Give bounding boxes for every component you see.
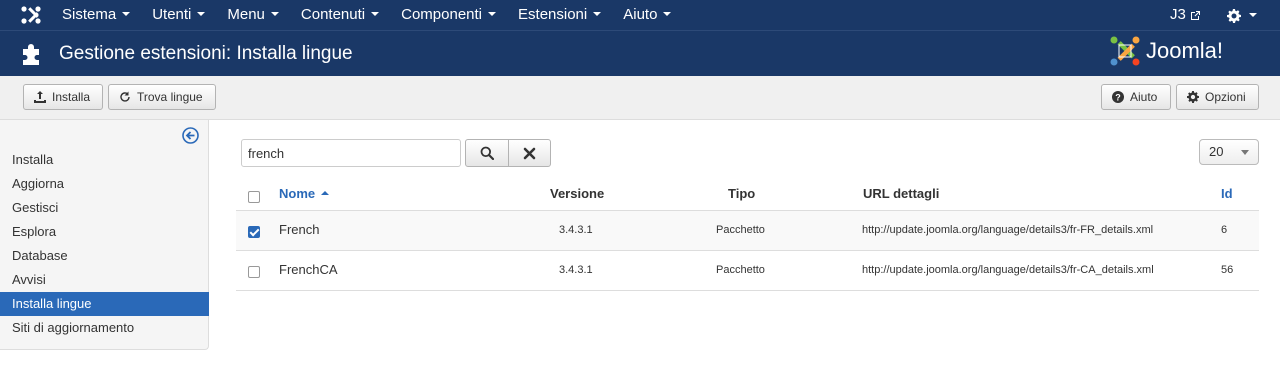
caret-down-icon xyxy=(270,12,279,17)
menu-utenti[interactable]: Utenti xyxy=(141,0,216,30)
sidebar-item-aggiorna[interactable]: Aggiorna xyxy=(0,172,209,196)
caret-down-icon xyxy=(488,12,497,17)
column-header-url: URL dettagli xyxy=(863,186,940,201)
row-checkbox[interactable] xyxy=(248,226,260,238)
sidebar-item-installa[interactable]: Installa xyxy=(0,148,209,172)
site-label: J3 xyxy=(1170,6,1186,23)
menu-label: Menu xyxy=(227,6,265,23)
caret-down-icon xyxy=(663,12,672,17)
row-url: http://update.joomla.org/language/detail… xyxy=(862,264,1154,276)
close-icon xyxy=(523,147,536,159)
install-label: Installa xyxy=(52,90,91,104)
upload-icon xyxy=(34,91,46,103)
menu-estensioni[interactable]: Estensioni xyxy=(507,0,612,30)
caret-down-icon xyxy=(122,12,131,17)
puzzle-icon xyxy=(23,44,39,65)
site-link[interactable]: J3 xyxy=(1170,0,1201,30)
joomla-brand-logo: Joomla! xyxy=(1110,36,1223,66)
options-button[interactable]: Opzioni xyxy=(1176,84,1259,110)
sidebar-nav: Installa Aggiorna Gestisci Esplora Datab… xyxy=(0,148,209,340)
caret-down-icon xyxy=(197,12,206,17)
sidebar-item-installa-lingue[interactable]: Installa lingue xyxy=(0,292,209,316)
sidebar-item-esplora[interactable]: Esplora xyxy=(0,220,209,244)
row-id: 56 xyxy=(1221,264,1234,276)
row-type: Pacchetto xyxy=(716,264,765,276)
search-button[interactable] xyxy=(465,139,509,167)
help-label: Aiuto xyxy=(1130,90,1158,104)
menu-label: Componenti xyxy=(401,6,483,23)
menu-sistema[interactable]: Sistema xyxy=(51,0,141,30)
help-button[interactable]: ? Aiuto xyxy=(1101,84,1171,110)
languages-table: Nome Versione Tipo URL dettagli Id Frenc… xyxy=(236,176,1259,291)
menu-label: Estensioni xyxy=(518,6,588,23)
row-type: Pacchetto xyxy=(716,224,765,236)
find-languages-label: Trova lingue xyxy=(137,90,203,104)
menu-label: Utenti xyxy=(152,6,192,23)
menu-label: Contenuti xyxy=(300,6,366,23)
menu-aiuto[interactable]: Aiuto xyxy=(612,0,682,30)
list-limit-select[interactable]: 20 xyxy=(1199,139,1259,165)
search-icon xyxy=(480,146,494,160)
search-input[interactable] xyxy=(241,139,461,167)
row-id: 6 xyxy=(1221,224,1228,236)
main-menu: Sistema Utenti Menu Contenuti Componenti… xyxy=(51,0,682,30)
select-all-checkbox[interactable] xyxy=(248,191,260,203)
gear-icon xyxy=(1227,8,1241,23)
sidebar-item-siti-aggiornamento[interactable]: Siti di aggiornamento xyxy=(0,316,209,340)
clear-search-button[interactable] xyxy=(508,139,551,167)
question-circle-icon: ? xyxy=(1112,91,1124,103)
menu-componenti[interactable]: Componenti xyxy=(390,0,507,30)
row-url: http://update.joomla.org/language/detail… xyxy=(862,224,1154,236)
menu-label: Aiuto xyxy=(623,6,658,23)
gear-icon xyxy=(1187,91,1199,103)
column-header-type: Tipo xyxy=(728,186,756,201)
row-version: 3.4.3.1 xyxy=(559,264,593,276)
options-label: Opzioni xyxy=(1205,90,1246,104)
column-header-name[interactable]: Nome xyxy=(279,176,330,211)
external-link-icon xyxy=(1190,10,1200,20)
menu-label: Sistema xyxy=(62,6,117,23)
caret-down-icon xyxy=(1249,12,1257,17)
menu-menu[interactable]: Menu xyxy=(216,0,290,30)
table-header: Nome Versione Tipo URL dettagli Id xyxy=(236,176,1259,211)
row-version: 3.4.3.1 xyxy=(559,224,593,236)
sidebar-item-database[interactable]: Database xyxy=(0,244,209,268)
install-button[interactable]: Installa xyxy=(23,84,103,110)
sidebar-item-avvisi[interactable]: Avvisi xyxy=(0,268,209,292)
list-limit-value: 20 xyxy=(1209,144,1224,159)
column-name-label: Nome xyxy=(279,186,316,201)
joomla-logo-icon[interactable] xyxy=(20,5,42,25)
column-header-id[interactable]: Id xyxy=(1221,176,1233,211)
caret-down-icon xyxy=(371,12,380,17)
top-navbar: Sistema Utenti Menu Contenuti Componenti… xyxy=(0,0,1280,30)
table-row[interactable]: FrenchCA 3.4.3.1 Pacchetto http://update… xyxy=(236,251,1259,291)
brand-text: Joomla! xyxy=(1146,38,1223,63)
menu-contenuti[interactable]: Contenuti xyxy=(290,0,390,30)
sort-asc-icon xyxy=(321,190,330,195)
toolbar: Installa Trova lingue ? Aiuto Opzioni xyxy=(0,76,1280,120)
column-header-version: Versione xyxy=(550,186,605,201)
svg-text:?: ? xyxy=(1115,93,1121,103)
sidebar: Installa Aggiorna Gestisci Esplora Datab… xyxy=(0,120,209,350)
row-name: FrenchCA xyxy=(279,262,338,277)
find-languages-button[interactable]: Trova lingue xyxy=(108,84,216,110)
row-checkbox[interactable] xyxy=(248,266,260,278)
chevron-down-icon xyxy=(1241,150,1249,155)
caret-down-icon xyxy=(593,12,602,17)
collapse-sidebar-icon[interactable] xyxy=(182,127,199,144)
row-name: French xyxy=(279,222,320,237)
refresh-icon xyxy=(120,91,130,102)
page-title: Gestione estensioni: Installa lingue xyxy=(59,43,353,64)
page-header: Gestione estensioni: Installa lingue Joo… xyxy=(0,30,1280,76)
table-row[interactable]: French 3.4.3.1 Pacchetto http://update.j… xyxy=(236,211,1259,251)
sidebar-item-gestisci[interactable]: Gestisci xyxy=(0,196,209,220)
settings-dropdown[interactable] xyxy=(1227,0,1257,30)
